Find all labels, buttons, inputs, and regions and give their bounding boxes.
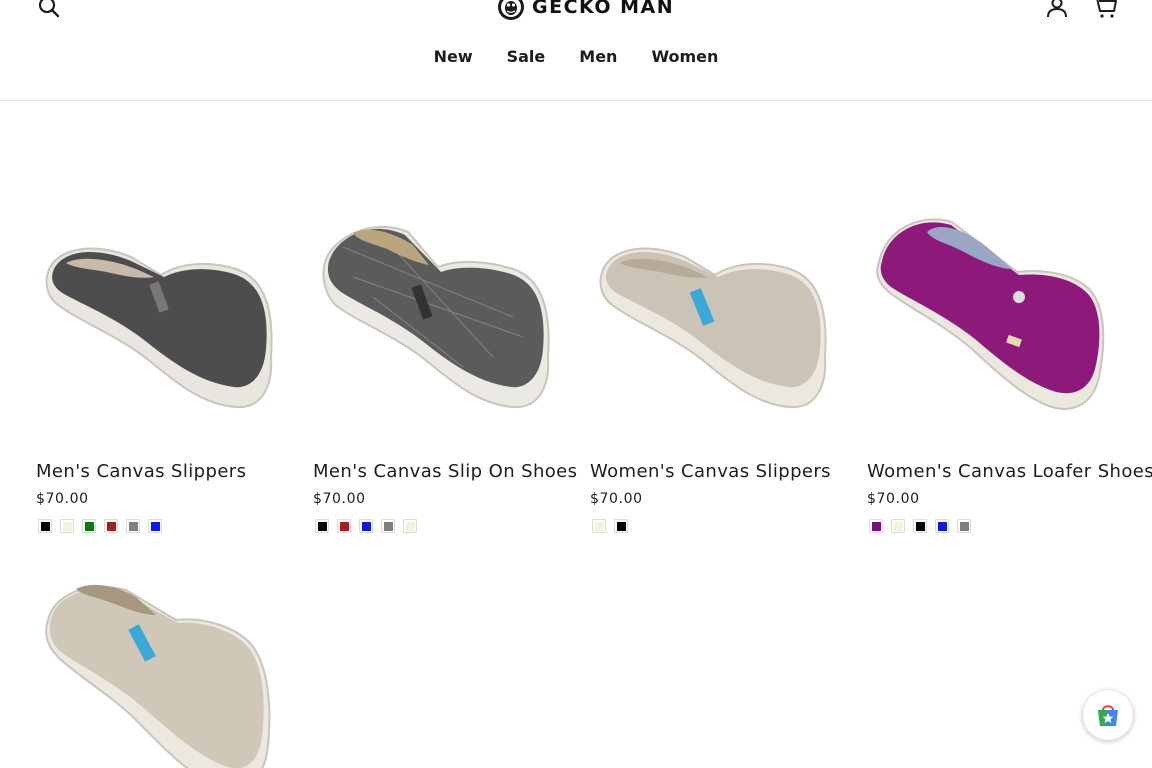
swatch-color bbox=[317, 521, 327, 531]
product-title[interactable]: Men's Canvas Slip On Shoes bbox=[313, 461, 577, 482]
color-swatch[interactable] bbox=[104, 519, 118, 533]
product-card: Men's Canvas Slippers $70.00 bbox=[36, 177, 286, 533]
swatch-color bbox=[62, 521, 72, 531]
swatch-color bbox=[361, 521, 371, 531]
product-card: Women's Canvas Loafer Shoes $70.00 bbox=[867, 177, 1152, 533]
color-swatch[interactable] bbox=[403, 519, 417, 533]
product-card: Women's Canvas Slippers $70.00 bbox=[590, 177, 840, 533]
swatch-color bbox=[150, 521, 160, 531]
site-header: GECKO MAN New Sale Men Women bbox=[0, 0, 1152, 101]
product-image[interactable] bbox=[313, 177, 563, 427]
product-title[interactable]: Men's Canvas Slippers bbox=[36, 461, 246, 482]
color-swatch[interactable] bbox=[957, 519, 971, 533]
product-image[interactable] bbox=[867, 177, 1117, 427]
color-swatch[interactable] bbox=[592, 519, 606, 533]
nav-item-sale[interactable]: Sale bbox=[490, 47, 563, 66]
color-swatch[interactable] bbox=[869, 519, 883, 533]
color-swatches bbox=[38, 519, 162, 533]
color-swatch[interactable] bbox=[60, 519, 74, 533]
swatch-color bbox=[128, 521, 138, 531]
product-price: $70.00 bbox=[867, 491, 920, 507]
product-image[interactable] bbox=[36, 177, 286, 427]
cart-icon bbox=[1096, 0, 1117, 18]
color-swatch[interactable] bbox=[126, 519, 140, 533]
nav-item-men[interactable]: Men bbox=[562, 47, 634, 66]
product-image[interactable] bbox=[36, 545, 286, 768]
color-swatches bbox=[869, 519, 971, 533]
search-button[interactable] bbox=[34, 0, 64, 22]
search-icon bbox=[38, 0, 60, 18]
color-swatch[interactable] bbox=[337, 519, 351, 533]
color-swatch[interactable] bbox=[935, 519, 949, 533]
color-swatch[interactable] bbox=[38, 519, 52, 533]
nav-item-women[interactable]: Women bbox=[634, 47, 735, 66]
gecko-logo-icon bbox=[498, 0, 524, 20]
product-image[interactable] bbox=[590, 177, 840, 427]
color-swatch[interactable] bbox=[359, 519, 373, 533]
color-swatch[interactable] bbox=[891, 519, 905, 533]
color-swatch[interactable] bbox=[614, 519, 628, 533]
product-price: $70.00 bbox=[36, 491, 89, 507]
product-price: $70.00 bbox=[590, 491, 643, 507]
swatch-color bbox=[915, 521, 925, 531]
color-swatch[interactable] bbox=[148, 519, 162, 533]
swatch-color bbox=[871, 521, 881, 531]
product-price: $70.00 bbox=[313, 491, 366, 507]
swatch-color bbox=[959, 521, 969, 531]
account-button[interactable] bbox=[1042, 0, 1072, 22]
logo-text: GECKO MAN bbox=[532, 0, 675, 18]
main-nav: New Sale Men Women bbox=[0, 47, 1152, 66]
swatch-color bbox=[84, 521, 94, 531]
color-swatch[interactable] bbox=[315, 519, 329, 533]
swatch-color bbox=[405, 521, 415, 531]
swatch-color bbox=[339, 521, 349, 531]
swatch-color bbox=[616, 521, 626, 531]
cart-button[interactable] bbox=[1090, 0, 1120, 22]
color-swatch[interactable] bbox=[381, 519, 395, 533]
swatch-color bbox=[937, 521, 947, 531]
product-title[interactable]: Women's Canvas Loafer Shoes bbox=[867, 461, 1152, 482]
product-card bbox=[36, 545, 286, 768]
nav-item-new[interactable]: New bbox=[417, 47, 490, 66]
color-swatch[interactable] bbox=[913, 519, 927, 533]
color-swatches bbox=[315, 519, 417, 533]
shopping-bag-button[interactable] bbox=[1083, 690, 1133, 740]
product-title[interactable]: Women's Canvas Slippers bbox=[590, 461, 831, 482]
swatch-color bbox=[893, 521, 903, 531]
color-swatches bbox=[592, 519, 628, 533]
person-icon bbox=[1047, 0, 1067, 18]
swatch-color bbox=[383, 521, 393, 531]
swatch-color bbox=[106, 521, 116, 531]
shopping-bag-star-icon bbox=[1098, 705, 1118, 726]
product-card: Men's Canvas Slip On Shoes $70.00 bbox=[313, 177, 577, 533]
swatch-color bbox=[40, 521, 50, 531]
site-logo[interactable]: GECKO MAN bbox=[496, 0, 674, 22]
color-swatch[interactable] bbox=[82, 519, 96, 533]
swatch-color bbox=[594, 521, 604, 531]
